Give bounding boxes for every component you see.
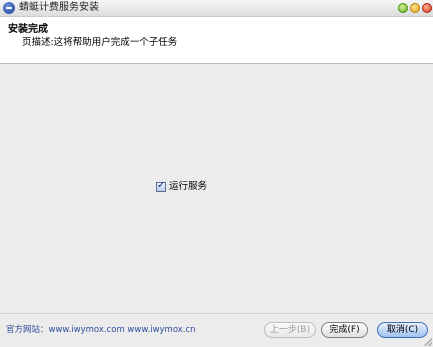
minimize-icon[interactable] — [398, 3, 408, 13]
title-bar[interactable]: 蜻蜓计费服务安装 — [0, 0, 433, 17]
resize-grip-icon[interactable] — [424, 338, 432, 346]
run-service-option[interactable]: 运行服务 — [156, 180, 207, 193]
run-service-checkbox[interactable] — [156, 180, 166, 192]
wizard-header: 安装完成 页描述:这将帮助用户完成一个子任务 — [0, 17, 433, 64]
close-icon[interactable] — [422, 3, 432, 13]
finish-button[interactable]: 完成(F) — [321, 322, 368, 338]
window-title: 蜻蜓计费服务安装 — [19, 2, 99, 13]
cancel-button[interactable]: 取消(C) — [377, 322, 428, 338]
website-link[interactable]: 官方网站：www.iwymox.com www.iwymox.cn — [6, 324, 196, 336]
maximize-icon[interactable] — [410, 3, 420, 13]
run-service-label[interactable]: 运行服务 — [169, 181, 207, 193]
installer-window: 蜻蜓计费服务安装 安装完成 页描述:这将帮助用户完成一个子任务 运行服务 官方网… — [0, 0, 433, 347]
prev-button[interactable]: 上一步(B) — [264, 322, 316, 338]
page-title: 安装完成 — [8, 24, 48, 35]
page-description: 页描述:这将帮助用户完成一个子任务 — [22, 37, 178, 48]
app-logo-icon — [3, 2, 15, 14]
footer-divider — [0, 313, 433, 314]
